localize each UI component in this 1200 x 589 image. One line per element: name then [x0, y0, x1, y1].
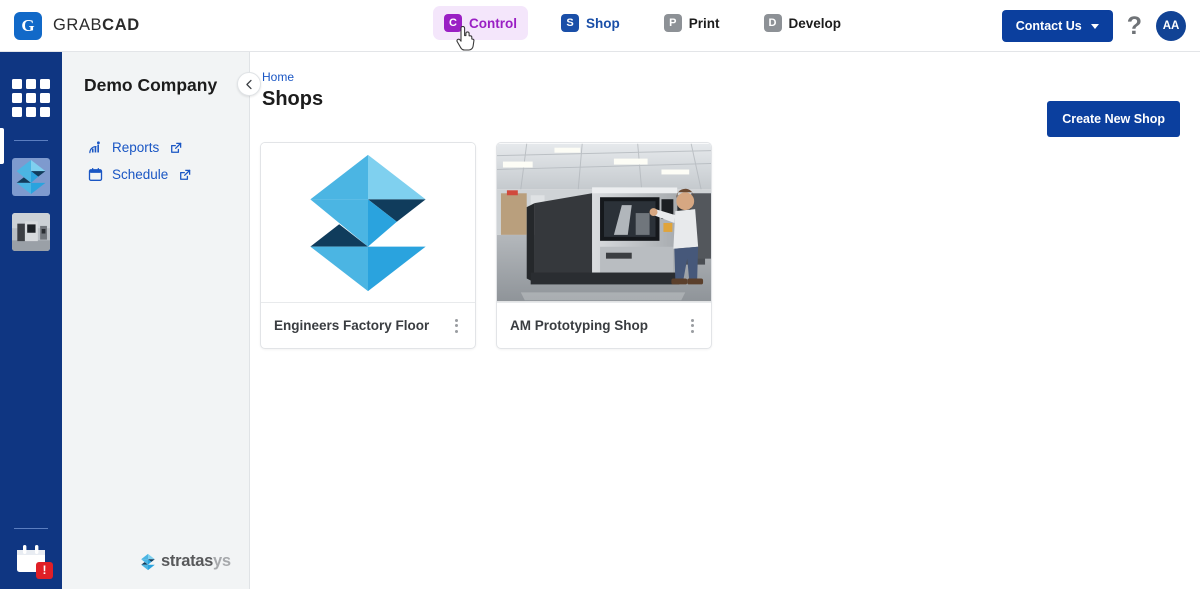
rail-divider — [14, 528, 48, 529]
develop-icon-letter: D — [768, 17, 777, 29]
help-icon[interactable]: ? — [1126, 11, 1142, 40]
sidebar: Demo Company Reports Schedule stratasys — [62, 52, 261, 589]
main-content: Home Shops Create New Shop Engineers Fac… — [250, 52, 1200, 589]
brand-text-bold: CAD — [102, 16, 140, 34]
stratasys-logo-icon — [310, 154, 426, 291]
create-new-shop-button[interactable]: Create New Shop — [1047, 101, 1180, 137]
contact-us-button[interactable]: Contact Us — [1001, 10, 1113, 42]
header-actions: Contact Us ? AA — [1001, 0, 1186, 52]
grabcad-wordmark: GRABCAD — [53, 16, 140, 35]
calendar-icon — [88, 168, 103, 181]
shop-card-title: Engineers Factory Floor — [274, 318, 430, 333]
kebab-menu-icon[interactable] — [451, 315, 462, 337]
rail-bottom-section: ! — [0, 528, 62, 579]
grabcad-logo-letter: G — [21, 15, 35, 35]
shop-card-engineers-factory-floor[interactable]: Engineers Factory Floor — [260, 142, 476, 349]
kebab-menu-icon[interactable] — [687, 315, 698, 337]
rail-thumb-am-prototyping-shop[interactable] — [12, 213, 50, 251]
shop-card-footer: AM Prototyping Shop — [497, 302, 711, 348]
help-icon-glyph: ? — [1126, 11, 1142, 40]
grabcad-logo[interactable]: G GRABCAD — [14, 11, 140, 40]
sidebar-item-schedule[interactable]: Schedule — [62, 161, 249, 188]
rail-schedule-button[interactable]: ! — [14, 543, 53, 579]
create-new-shop-label: Create New Shop — [1062, 112, 1165, 126]
shop-icon-letter: S — [566, 17, 574, 29]
breadcrumb[interactable]: Home — [262, 70, 1200, 84]
tab-control[interactable]: C Control — [433, 6, 528, 40]
stratasys-wordmark-dark: stratas — [161, 552, 214, 570]
sidebar-links: Reports Schedule — [62, 134, 249, 188]
rail-active-indicator — [0, 128, 4, 164]
app-header: G GRABCAD C Control S Shop P Print D Dev… — [0, 0, 1200, 52]
shop-card-footer: Engineers Factory Floor — [261, 302, 475, 348]
chevron-down-icon — [1090, 23, 1099, 29]
stratasys-footer-logo: stratasys — [140, 552, 231, 571]
shop-card-title: AM Prototyping Shop — [510, 318, 648, 333]
shops-grid: Engineers Factory Floor AM Prototyping S… — [260, 142, 712, 349]
company-name: Demo Company — [84, 75, 218, 95]
rail-divider — [14, 140, 48, 141]
shop-card-am-prototyping-shop[interactable]: AM Prototyping Shop — [496, 142, 712, 349]
shop-card-media — [261, 143, 475, 302]
sidebar-item-reports[interactable]: Reports — [62, 134, 249, 161]
left-icon-rail: ! — [0, 52, 62, 589]
develop-icon: D — [763, 14, 782, 32]
printer-lab-photo-thumb — [12, 213, 50, 251]
chevron-left-icon — [245, 79, 252, 89]
grabcad-logo-mark: G — [14, 11, 42, 40]
sidebar-item-reports-label: Reports — [112, 140, 160, 155]
printer-lab-photo — [497, 143, 711, 302]
tab-shop-label: Shop — [586, 15, 620, 31]
apps-grid-icon[interactable] — [11, 78, 51, 118]
print-icon: P — [663, 14, 682, 32]
tab-print[interactable]: P Print — [653, 6, 731, 40]
tab-print-label: Print — [688, 15, 720, 31]
alert-badge: ! — [36, 562, 53, 579]
control-icon: C — [444, 14, 462, 32]
external-link-icon — [180, 169, 191, 180]
external-link-icon — [171, 142, 182, 153]
control-icon-letter: C — [449, 17, 457, 29]
tab-shop[interactable]: S Shop — [550, 6, 631, 40]
tab-develop-label: Develop — [788, 15, 842, 31]
stratasys-wordmark-light: ys — [213, 552, 231, 570]
brand-text-light: GRAB — [53, 16, 103, 34]
reports-chart-icon — [89, 141, 100, 154]
avatar[interactable]: AA — [1156, 11, 1186, 41]
alert-badge-text: ! — [42, 563, 47, 577]
tab-develop[interactable]: D Develop — [753, 6, 853, 40]
print-icon-letter: P — [669, 17, 677, 29]
stratasys-logo-icon — [141, 553, 155, 570]
rail-thumb-engineers-factory-floor[interactable] — [12, 158, 50, 196]
stratasys-wordmark: stratasys — [161, 552, 231, 571]
sidebar-collapse-button[interactable] — [237, 72, 261, 96]
shop-icon: S — [561, 14, 579, 32]
stratasys-logo-icon — [16, 159, 46, 195]
sidebar-item-schedule-label: Schedule — [112, 167, 169, 182]
product-tabs: C Control S Shop P Print D Develop — [433, 6, 852, 40]
contact-us-label: Contact Us — [1015, 19, 1082, 33]
tab-control-label: Control — [469, 15, 517, 31]
shop-card-media — [497, 143, 711, 302]
avatar-initials: AA — [1162, 20, 1180, 32]
